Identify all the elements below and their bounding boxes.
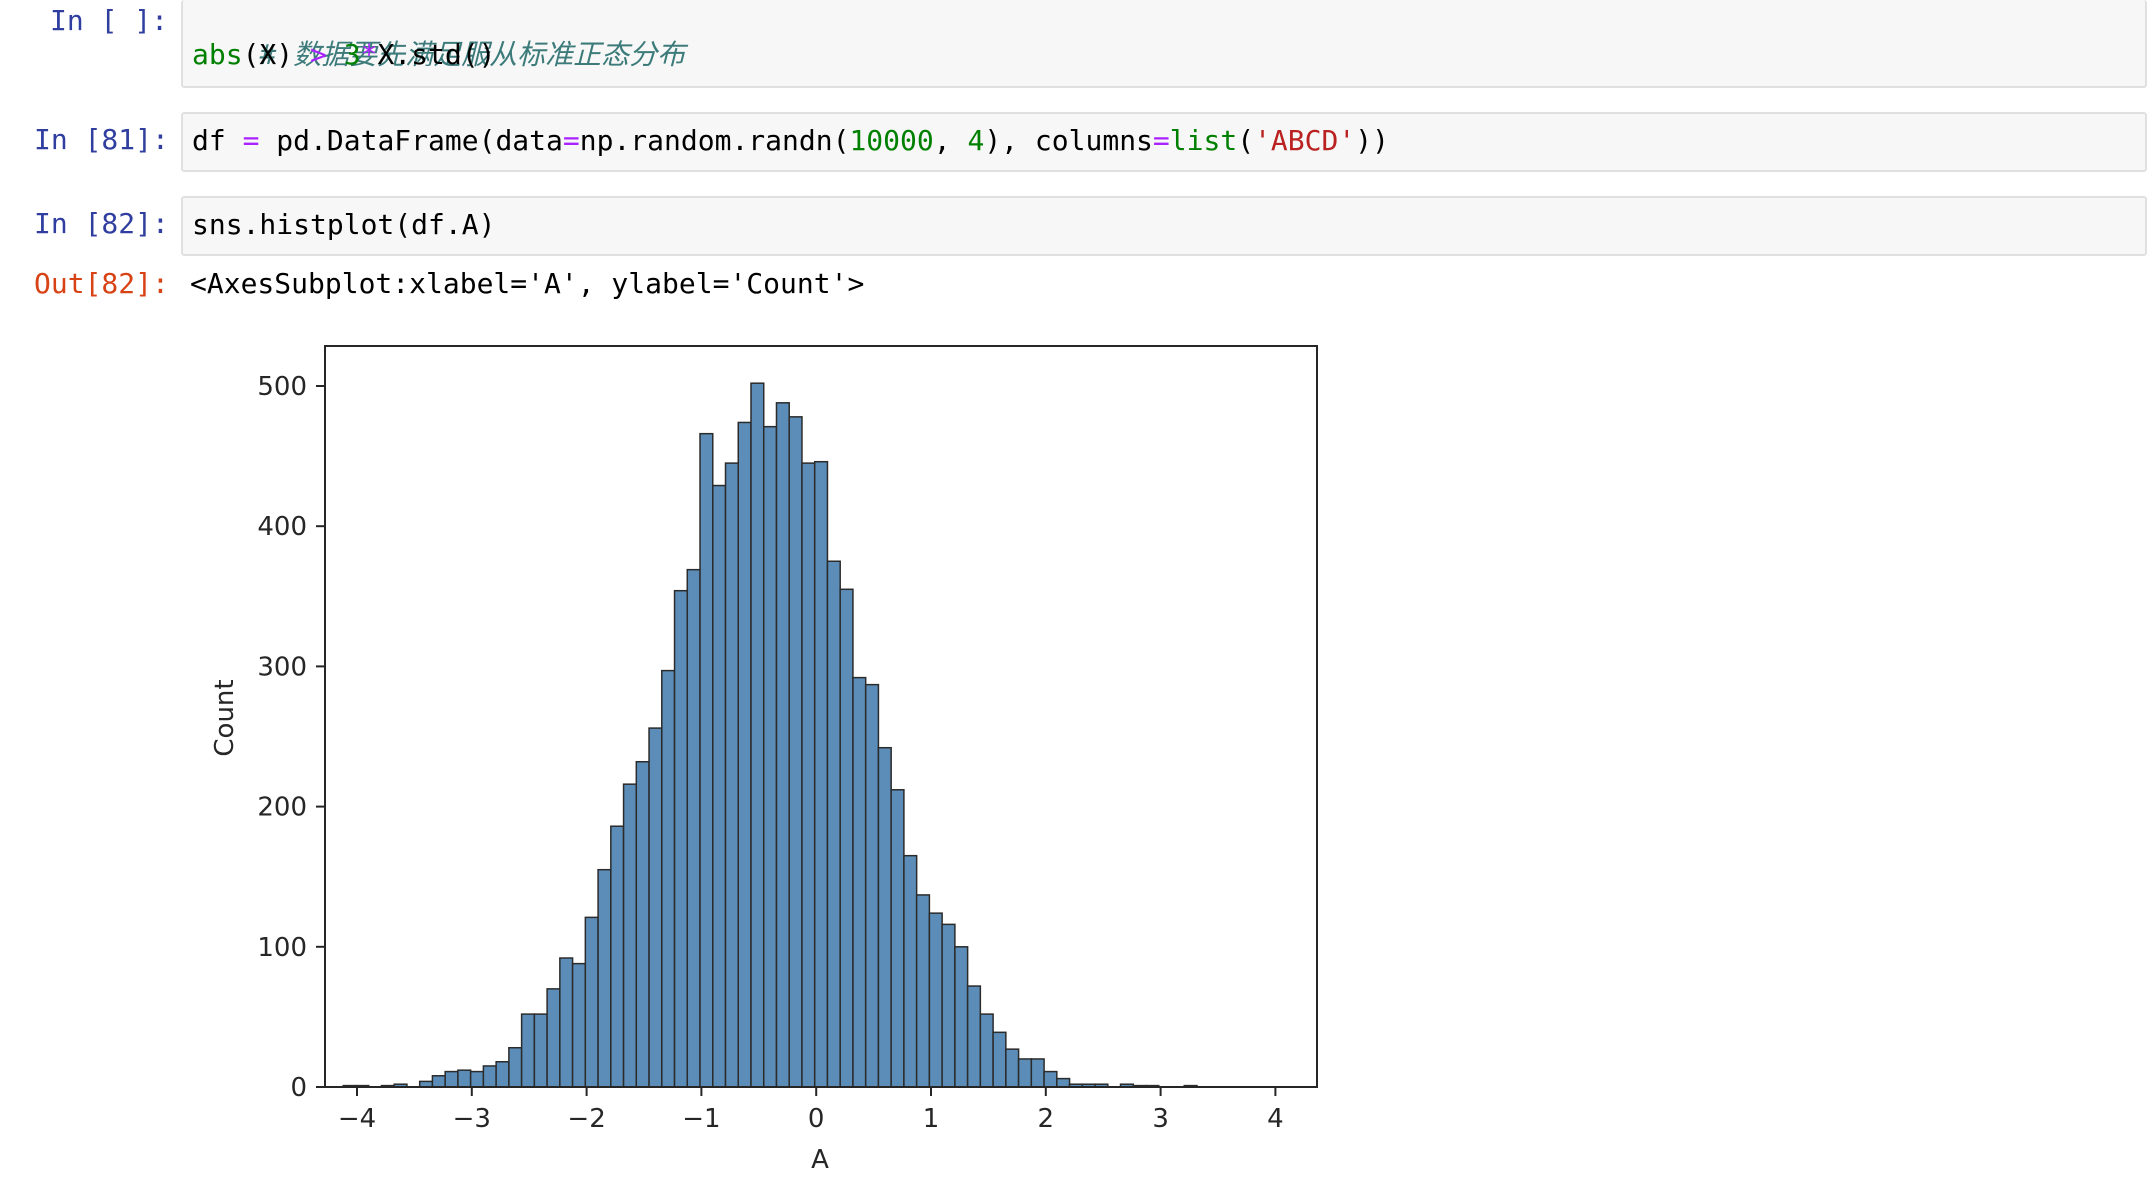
histogram-bar (571, 962, 587, 1088)
histogram-bar (635, 760, 650, 1088)
histogram-bar (864, 683, 880, 1088)
histogram-bar (495, 1061, 510, 1088)
histogram-bar (750, 382, 765, 1088)
histogram-bar (431, 1075, 446, 1088)
histogram-bar (903, 854, 918, 1088)
histogram-bar (839, 588, 854, 1088)
y-tick-label: 500 (257, 372, 307, 402)
histogram-bar (622, 783, 638, 1088)
histogram-bar (852, 676, 867, 1088)
x-tick-label: −1 (682, 1104, 720, 1134)
histogram-bar (928, 912, 943, 1088)
histogram-bar (444, 1070, 459, 1088)
histogram-bar (992, 1031, 1007, 1088)
histogram-bar (648, 727, 663, 1088)
x-tick-label: 3 (1152, 1104, 1169, 1134)
y-axis-label: Count (210, 679, 240, 756)
x-axis: −4 −3 −2 −1 0 1 2 3 4 (338, 1087, 1284, 1134)
histogram-bar (712, 484, 727, 1088)
histogram-chart: −4 −3 −2 −1 0 1 2 3 4 0 100 200 300 400 500 A Count (210, 345, 1318, 1175)
histogram-bar (1043, 1070, 1058, 1088)
histogram-bar (1017, 1058, 1033, 1088)
x-tick-label: −4 (338, 1104, 376, 1134)
histogram-bar (966, 985, 982, 1088)
x-tick-label: −2 (567, 1104, 605, 1134)
y-tick-label: 400 (257, 512, 307, 542)
histogram-bar (1005, 1048, 1020, 1088)
histogram-bar (686, 568, 701, 1088)
histogram-bar (941, 923, 956, 1088)
histogram-bar (533, 1013, 548, 1088)
histogram-bar (915, 894, 931, 1088)
y-tick-label: 100 (257, 933, 307, 963)
histogram-bar (520, 1013, 536, 1088)
histogram-bars (342, 382, 1198, 1088)
histogram-bar (813, 460, 829, 1088)
histogram-bar (584, 916, 599, 1088)
y-tick-label: 300 (257, 652, 307, 682)
histogram-bar (979, 1013, 994, 1088)
histogram-bar (724, 462, 740, 1088)
x-tick-label: −3 (453, 1104, 491, 1134)
x-tick-label: 0 (808, 1104, 825, 1134)
histogram-bar (788, 416, 803, 1088)
x-axis-label: A (811, 1145, 829, 1175)
histogram-bar (877, 746, 892, 1088)
x-tick-label: 4 (1267, 1104, 1284, 1134)
x-tick-label: 2 (1038, 1104, 1055, 1134)
histogram-bar (1030, 1058, 1045, 1088)
x-tick-label: 1 (923, 1104, 940, 1134)
y-tick-label: 200 (257, 793, 307, 823)
histogram-bar (826, 560, 841, 1088)
histogram-bar (699, 432, 714, 1088)
histogram-bar (597, 868, 612, 1088)
histogram-bar (890, 789, 905, 1088)
histogram-bar (546, 988, 561, 1088)
histogram-bar (801, 462, 816, 1088)
histogram-bar (775, 402, 790, 1088)
histogram-bar (610, 825, 625, 1088)
histogram-bar (762, 425, 778, 1088)
histogram-bar (737, 421, 752, 1088)
histogram-bar (673, 589, 689, 1088)
histogram-bar (661, 669, 676, 1088)
histogram-bar (482, 1065, 497, 1088)
histogram-bar (559, 957, 574, 1088)
histogram-bar (1056, 1077, 1071, 1088)
histogram-bar (469, 1070, 485, 1088)
histogram-bar (954, 946, 969, 1088)
y-axis: 0 100 200 300 400 500 (257, 372, 325, 1103)
histogram-bar (508, 1046, 523, 1088)
histogram-bar (457, 1069, 472, 1088)
y-tick-label: 0 (290, 1073, 307, 1103)
